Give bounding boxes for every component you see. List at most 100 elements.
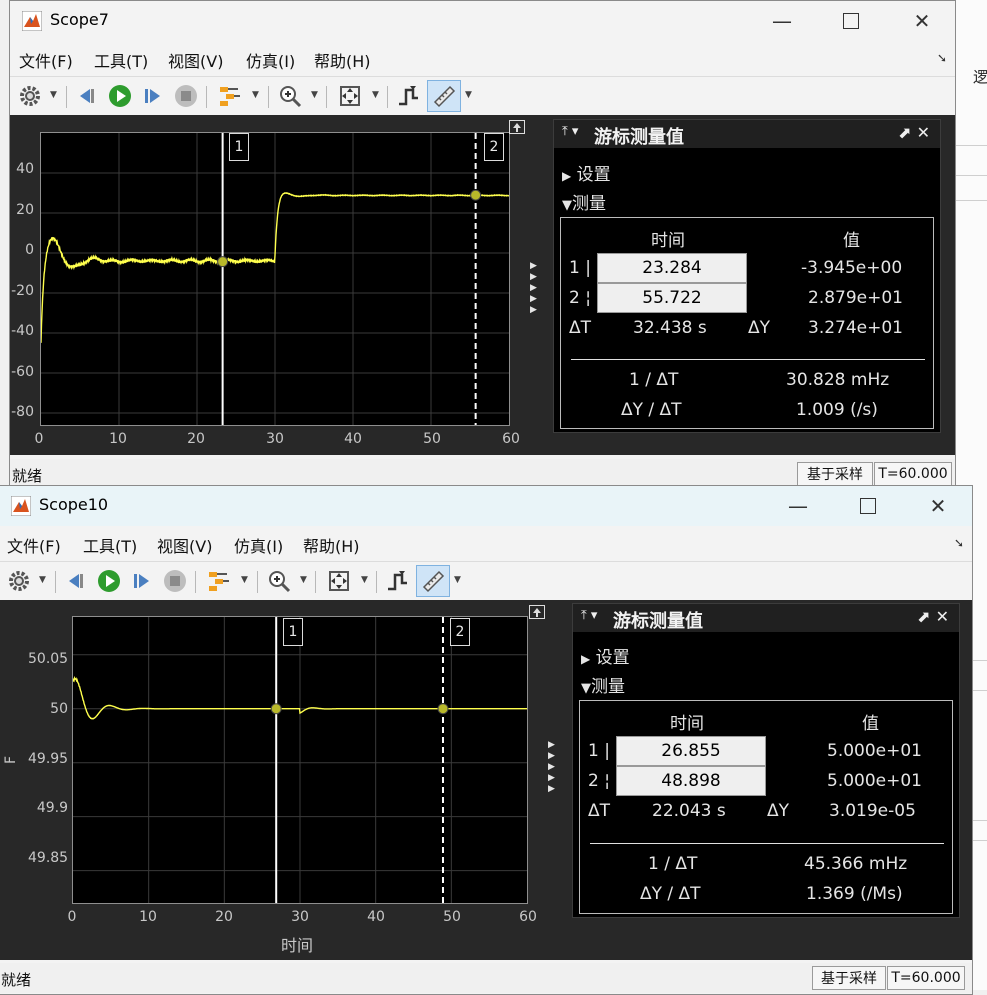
cursor-measure-button[interactable] (416, 565, 450, 597)
plot-area[interactable] (40, 132, 510, 426)
y-axis-label: F (3, 755, 20, 765)
settings-section[interactable]: ▶ 设置 (562, 160, 611, 185)
menu-file[interactable]: 文件(F) (7, 533, 61, 557)
title-bar[interactable]: Scope10 — ✕ (0, 486, 972, 526)
matlab-icon (11, 496, 31, 516)
menu-view[interactable]: 视图(V) (157, 533, 212, 557)
scope7-plot-svg (40, 133, 510, 425)
gear-icon[interactable] (18, 84, 42, 108)
minimize-button[interactable]: — (778, 492, 818, 520)
panel-undock-close[interactable]: ⬈ ✕ (917, 607, 949, 626)
slope-label: ΔY / ΔT (640, 884, 701, 904)
chevron-down-icon[interactable]: ▼ (311, 90, 318, 100)
gear-icon[interactable] (7, 569, 31, 593)
menu-help[interactable]: 帮助(H) (314, 48, 371, 72)
step-back-icon[interactable] (65, 569, 89, 593)
plot-area[interactable] (72, 616, 528, 904)
row-2-label: 2 ¦ (588, 771, 610, 791)
cursor-2-time-input[interactable]: 55.722 (597, 283, 747, 313)
zoom-icon[interactable] (278, 84, 302, 108)
maximize-button[interactable] (848, 492, 888, 520)
step-forward-icon[interactable] (129, 569, 153, 593)
menu-tools[interactable]: 工具(T) (94, 48, 148, 72)
menu-simulation[interactable]: 仿真(I) (234, 533, 283, 557)
chevron-down-icon[interactable]: ▼ (241, 575, 248, 585)
title-bar[interactable]: Scope7 — ✕ (10, 1, 955, 41)
cursor-1-time-input[interactable]: 26.855 (616, 736, 766, 766)
inverse-delta-t-value: 45.366 mHz (804, 854, 908, 874)
panel-undock-close[interactable]: ⬈ ✕ (898, 123, 930, 142)
cursor-1-marker (270, 703, 282, 715)
maximize-button[interactable] (831, 7, 871, 35)
cursor-measure-icon (422, 570, 445, 593)
chevron-down-icon[interactable]: ▼ (252, 90, 259, 100)
row-1-label: 1 | (588, 741, 610, 761)
signal-select-icon[interactable] (207, 569, 231, 593)
zoom-icon[interactable] (267, 569, 291, 593)
chevron-down-icon[interactable]: ▼ (372, 90, 379, 100)
menu-expand-icon[interactable]: ➘ (937, 51, 947, 65)
y-tick: 50 (50, 701, 68, 717)
measurements-box: 时间 值 1 | 2 ¦ 23.284 55.722 -3.945e+00 2.… (560, 217, 934, 429)
cursor-measure-button[interactable] (427, 80, 461, 112)
menu-tools[interactable]: 工具(T) (83, 533, 137, 557)
collapse-panel-icon[interactable]: ▶ ▶ ▶ ▶ ▶ (548, 740, 555, 795)
menu-help[interactable]: 帮助(H) (303, 533, 360, 557)
fit-icon[interactable] (338, 84, 362, 108)
undock-icon[interactable] (529, 605, 545, 619)
y-tick: 50.05 (28, 651, 69, 667)
cursor-1-label[interactable]: 1 (283, 618, 303, 646)
panel-title: 游标测量值 (594, 127, 684, 148)
panel-header: ⤒ ▾ 游标测量值 ⬈ ✕ (554, 120, 940, 148)
close-button[interactable]: ✕ (918, 492, 958, 520)
measure-section[interactable]: ▼测量 (581, 672, 625, 697)
chevron-down-icon[interactable]: ▼ (39, 575, 46, 585)
chevron-down-icon[interactable]: ▼ (300, 575, 307, 585)
delta-t-value: 32.438 s (633, 318, 707, 338)
delta-y-label: ΔY (748, 318, 771, 338)
triggers-icon[interactable] (396, 84, 420, 108)
menu-file[interactable]: 文件(F) (19, 48, 73, 72)
chevron-down-icon[interactable]: ▼ (465, 90, 472, 100)
signal-select-icon[interactable] (218, 84, 242, 108)
stop-icon[interactable] (174, 84, 198, 108)
chevron-down-icon[interactable]: ▼ (454, 575, 461, 585)
cursor-2-label[interactable]: 2 (484, 133, 504, 161)
x-tick: 40 (367, 909, 385, 925)
y-tick: 49.85 (28, 850, 69, 866)
fit-icon[interactable] (327, 569, 351, 593)
triggers-icon[interactable] (385, 569, 409, 593)
collapse-panel-icon[interactable]: ▶ ▶ ▶ ▶ ▶ (530, 261, 537, 316)
step-forward-icon[interactable] (140, 84, 164, 108)
pin-icon[interactable]: ⤒ ▾ (562, 124, 578, 139)
pin-icon[interactable]: ⤒ ▾ (581, 608, 597, 623)
run-icon[interactable] (97, 569, 121, 593)
cursor-2-time-input[interactable]: 48.898 (616, 766, 766, 796)
stop-icon[interactable] (163, 569, 187, 593)
menu-view[interactable]: 视图(V) (168, 48, 223, 72)
panel-header: ⤒ ▾ 游标测量值 ⬈ ✕ (573, 604, 959, 632)
close-button[interactable]: ✕ (902, 7, 942, 35)
chevron-down-icon[interactable]: ▼ (361, 575, 368, 585)
chevron-down-icon[interactable]: ▼ (50, 90, 57, 100)
inverse-delta-t-label: 1 / ΔT (648, 854, 698, 874)
menu-expand-icon[interactable]: ➘ (954, 536, 964, 550)
run-icon[interactable] (108, 84, 132, 108)
delta-y-value: 3.274e+01 (808, 318, 904, 338)
settings-section[interactable]: ▶ 设置 (581, 643, 630, 668)
step-back-icon[interactable] (76, 84, 100, 108)
time-header: 时间 (670, 714, 704, 734)
cursor-2-label[interactable]: 2 (450, 618, 470, 646)
minimize-button[interactable]: — (762, 7, 802, 35)
cursor-1-label[interactable]: 1 (229, 133, 249, 161)
measure-section[interactable]: ▼测量 (562, 189, 606, 214)
cursor-1-marker (217, 256, 229, 268)
menu-bar: 文件(F) 工具(T) 视图(V) 仿真(I) 帮助(H) ➘ (0, 528, 972, 560)
undock-icon[interactable] (509, 120, 525, 134)
status-text: 就绪 (1, 971, 32, 989)
cursor-1-time-input[interactable]: 23.284 (597, 253, 747, 283)
scope10-window: Scope10 — ✕ 文件(F) 工具(T) 视图(V) 仿真(I) 帮助(H… (0, 485, 973, 995)
delta-t-label: ΔT (588, 801, 611, 821)
measurements-box: 时间 值 1 | 2 ¦ 26.855 48.898 5.000e+01 5.0… (579, 700, 953, 914)
menu-simulation[interactable]: 仿真(I) (246, 48, 295, 72)
